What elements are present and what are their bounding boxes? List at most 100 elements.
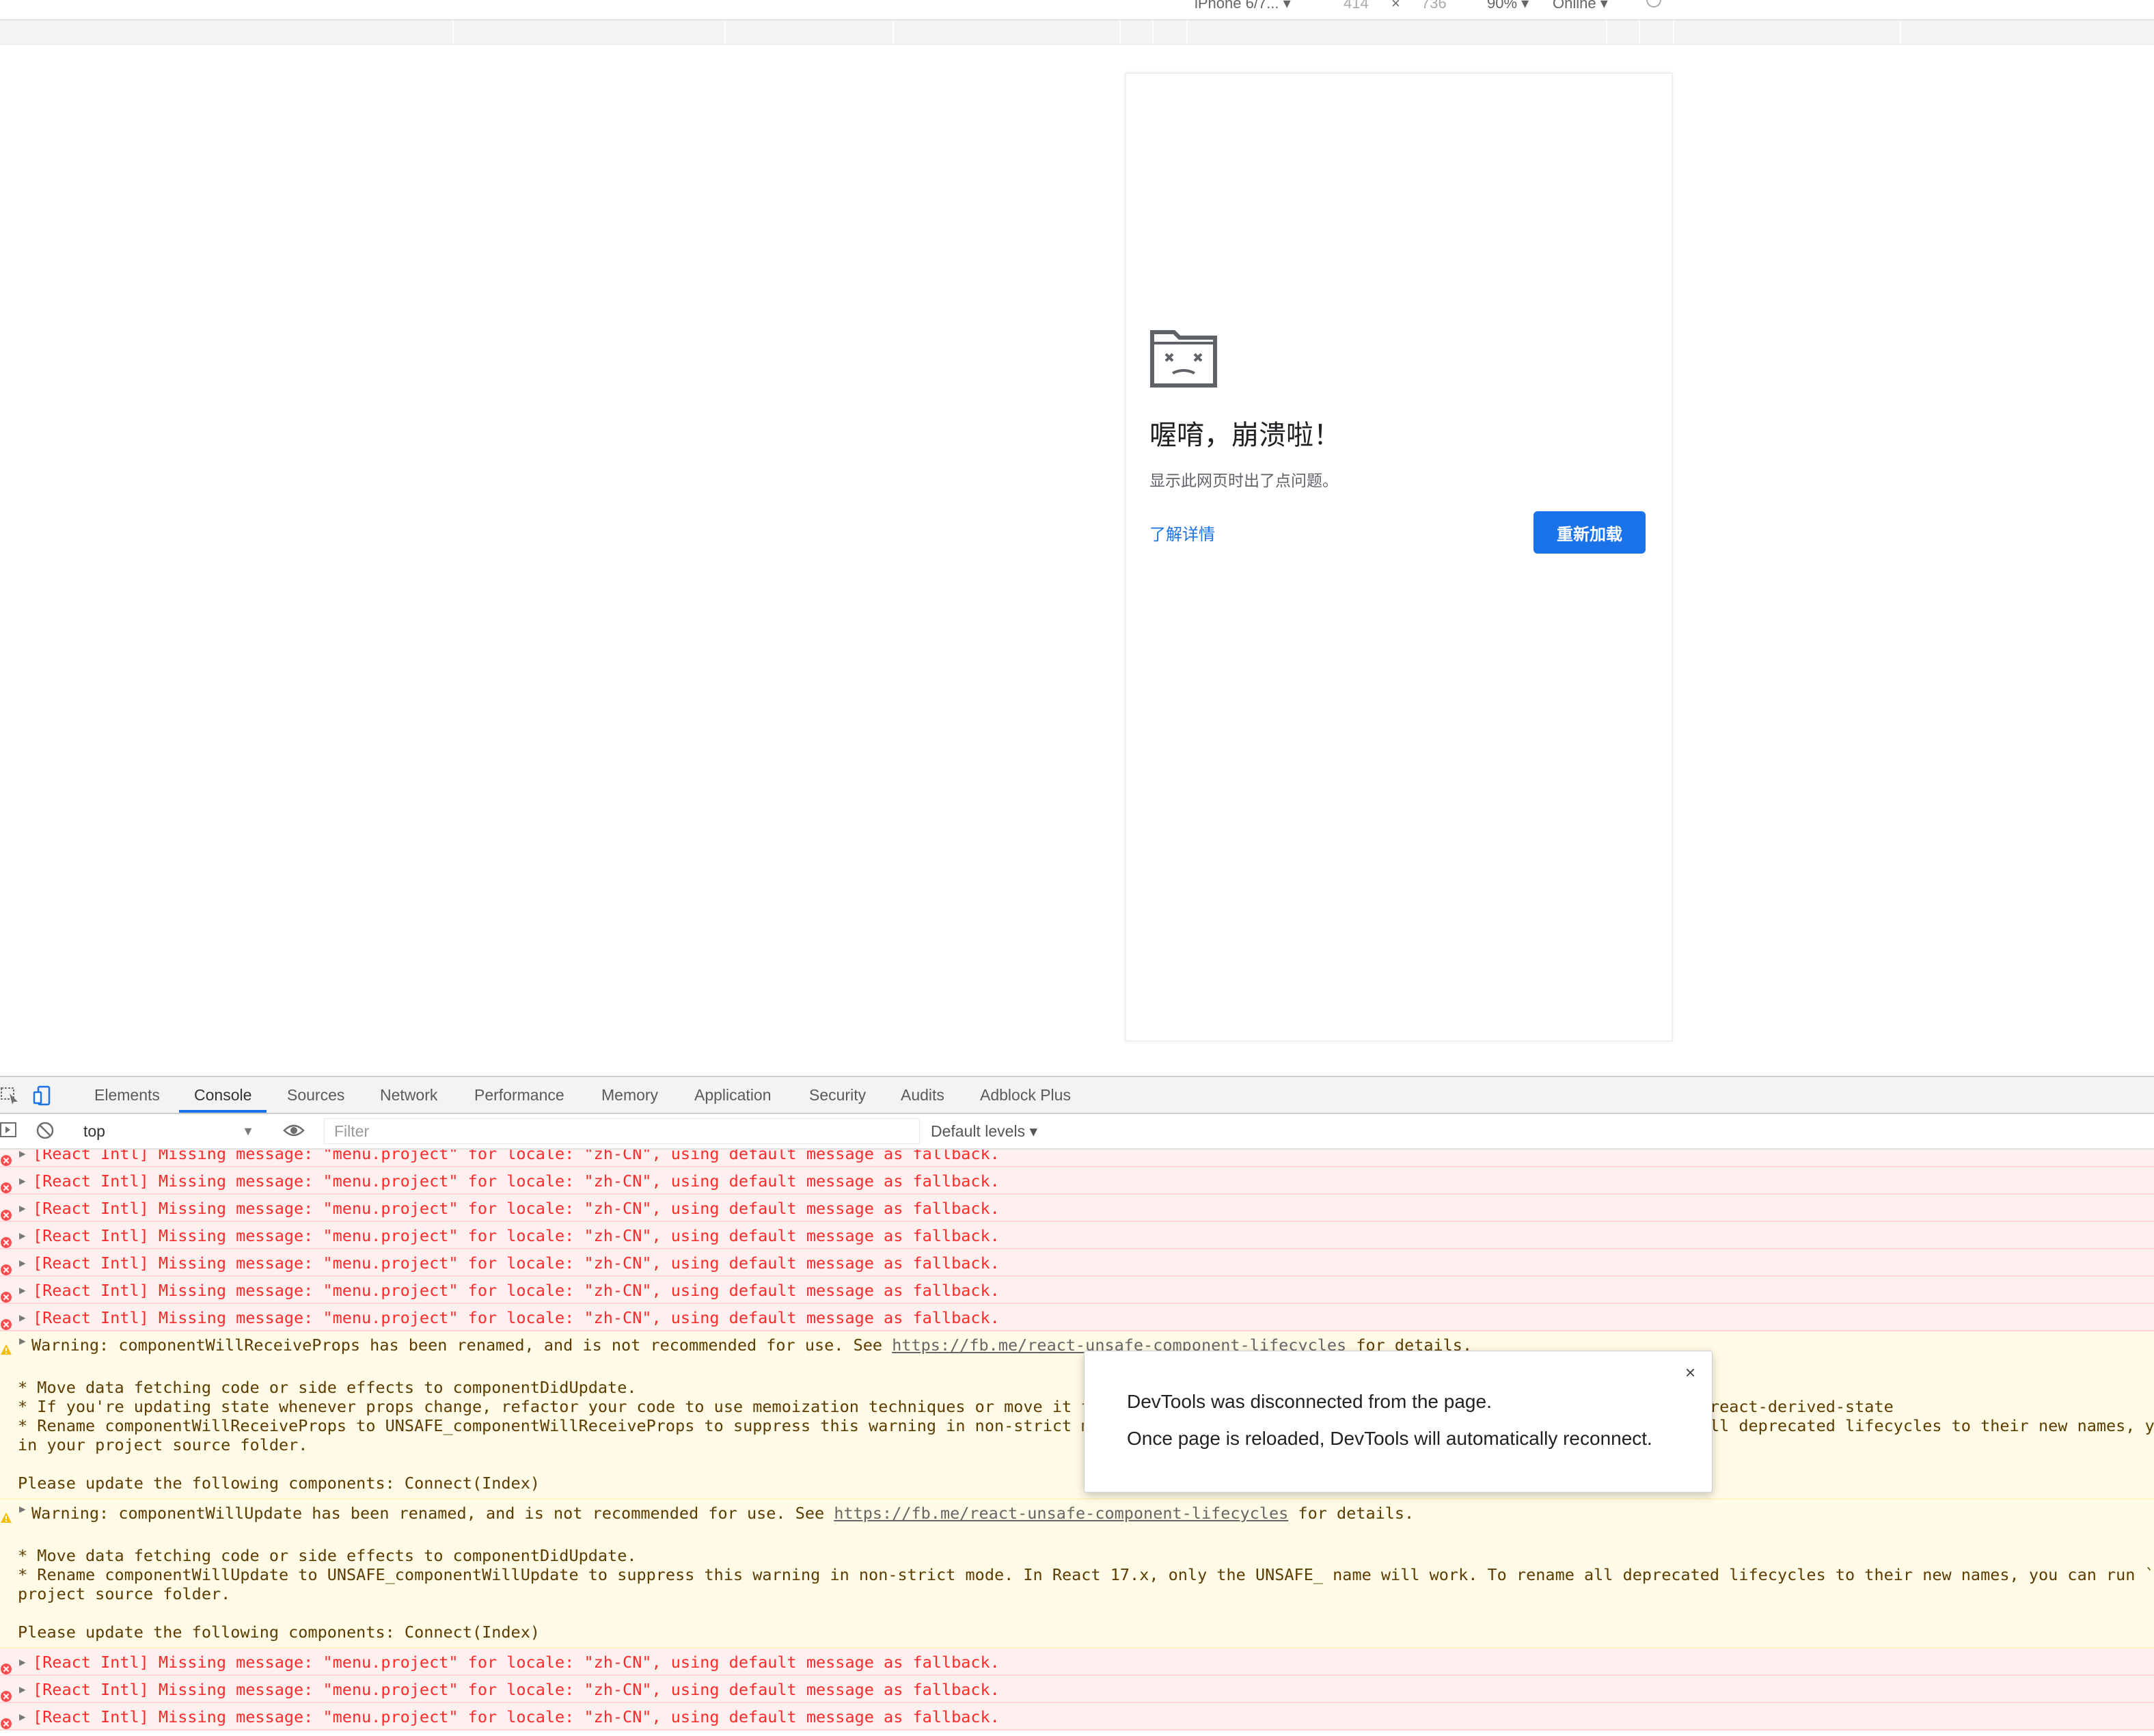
expand-arrow-icon[interactable]: ▶ bbox=[19, 1703, 26, 1731]
error-icon bbox=[0, 1683, 12, 1702]
console-warning-row: ▶ Warning: componentWillUpdate has been r… bbox=[0, 1500, 2154, 1649]
ruler-tick bbox=[1119, 21, 1121, 44]
crash-subtitle: 显示此网页时出了点问题。 bbox=[1149, 472, 1338, 490]
console-error-row: ▶ [React Intl] Missing message: "menu.pro… bbox=[0, 1195, 2154, 1222]
clear-console-icon[interactable] bbox=[36, 1121, 56, 1141]
console-sidebar-icon[interactable] bbox=[0, 1121, 21, 1141]
warning-detail-line: project source folder. bbox=[18, 1584, 231, 1603]
ruler-tick bbox=[1606, 21, 1607, 44]
dialog-message: DevTools was disconnected from the page. bbox=[1127, 1391, 1492, 1412]
device-select[interactable]: iPhone 6/7... ▾ bbox=[1195, 0, 1291, 12]
devtools-disconnected-dialog: × DevTools was disconnected from the pag… bbox=[1084, 1351, 1713, 1493]
execution-context-select[interactable]: top ▼ bbox=[75, 1118, 260, 1144]
tab-application[interactable]: Application bbox=[694, 1077, 772, 1113]
warning-headline: Warning: componentWillUpdate has been re… bbox=[18, 1500, 2154, 1527]
log-levels-select[interactable]: Default levels ▾ bbox=[931, 1118, 1037, 1144]
expand-arrow-icon[interactable]: ▶ bbox=[19, 1195, 26, 1222]
error-icon bbox=[0, 1711, 12, 1729]
rotate-icon[interactable] bbox=[1644, 0, 1663, 14]
console-error-row: ▶ [React Intl] Missing message: "menu.pro… bbox=[0, 1676, 2154, 1703]
expand-arrow-icon[interactable]: ▶ bbox=[19, 1304, 26, 1331]
console-error-row: ▶ [React Intl] Missing message: "menu.pro… bbox=[0, 1649, 2154, 1676]
error-message: [React Intl] Missing message: "menu.proj… bbox=[33, 1281, 1000, 1300]
ruler-tick bbox=[1900, 21, 1901, 44]
expand-arrow-icon[interactable]: ▶ bbox=[19, 1649, 26, 1676]
device-height[interactable]: 736 bbox=[1421, 0, 1447, 12]
learn-more-link[interactable]: 了解详情 bbox=[1149, 521, 1215, 545]
ruler-tick bbox=[724, 21, 726, 44]
console-warning-row: ▶ Warning: componentWillReceiveProps has … bbox=[0, 1331, 2154, 1500]
console-error-row: ▶ [React Intl] Missing message: "menu.pro… bbox=[0, 1249, 2154, 1277]
tab-elements[interactable]: Elements bbox=[94, 1077, 160, 1113]
console-messages: ▶ [React Intl] Missing message: "menu.pro… bbox=[0, 1150, 2154, 1736]
error-icon bbox=[0, 1312, 12, 1330]
ruler-tick bbox=[1673, 21, 1674, 44]
expand-arrow-icon[interactable]: ▶ bbox=[19, 1222, 26, 1249]
tab-performance[interactable]: Performance bbox=[474, 1077, 564, 1113]
dialog-message: Once page is reloaded, DevTools will aut… bbox=[1127, 1428, 1652, 1449]
error-message: [React Intl] Missing message: "menu.proj… bbox=[33, 1680, 1000, 1699]
network-throttle-select[interactable]: Online ▾ bbox=[1553, 0, 1608, 12]
devtools-panel: Elements Console Sources Network Perform… bbox=[0, 1076, 2154, 1736]
console-toolbar: top ▼ Default levels ▾ bbox=[0, 1114, 2154, 1150]
console-error-row: ▶ [React Intl] Missing message: "menu.pro… bbox=[0, 1277, 2154, 1304]
warning-footer: Please update the following components: … bbox=[18, 1623, 541, 1642]
chevron-down-icon: ▾ bbox=[1029, 1122, 1038, 1140]
tab-network[interactable]: Network bbox=[380, 1077, 437, 1113]
tab-memory[interactable]: Memory bbox=[601, 1077, 658, 1113]
expand-arrow-icon[interactable]: ▶ bbox=[19, 1334, 26, 1347]
error-message: [React Intl] Missing message: "menu.proj… bbox=[33, 1226, 1000, 1245]
device-toolbar: iPhone 6/7... ▾ 414 × 736 90% ▾ Online ▾ bbox=[0, 0, 2154, 21]
console-error-row: ▶ [React Intl] Missing message: "menu.pro… bbox=[0, 1304, 2154, 1331]
network-value: Online bbox=[1553, 0, 1596, 12]
zoom-select[interactable]: 90% ▾ bbox=[1487, 0, 1529, 12]
dimension-separator: × bbox=[1391, 0, 1400, 12]
console-filter-input[interactable] bbox=[324, 1118, 920, 1144]
error-icon bbox=[0, 1257, 12, 1275]
media-query-ruler bbox=[0, 21, 2154, 45]
inspect-element-icon[interactable] bbox=[0, 1085, 21, 1106]
error-message: [React Intl] Missing message: "menu.proj… bbox=[33, 1150, 1000, 1163]
expand-arrow-icon[interactable]: ▶ bbox=[19, 1676, 26, 1703]
levels-value: Default levels bbox=[931, 1122, 1026, 1140]
expand-arrow-icon[interactable]: ▶ bbox=[19, 1150, 26, 1167]
expand-arrow-icon[interactable]: ▶ bbox=[19, 1502, 26, 1515]
tab-adblock-plus[interactable]: Adblock Plus bbox=[980, 1077, 1071, 1113]
error-message: [React Intl] Missing message: "menu.proj… bbox=[33, 1308, 1000, 1327]
error-message: [React Intl] Missing message: "menu.proj… bbox=[33, 1171, 1000, 1191]
console-error-row: ▶ [React Intl] Missing message: "menu.pro… bbox=[0, 1703, 2154, 1731]
console-error-row: ▶ [React Intl] Missing message: "menu.pro… bbox=[0, 1167, 2154, 1195]
expand-arrow-icon[interactable]: ▶ bbox=[19, 1249, 26, 1277]
ruler-tick bbox=[1152, 21, 1154, 44]
crash-title: 喔唷，崩溃啦！ bbox=[1149, 420, 1341, 451]
docs-link[interactable]: https://fb.me/react-unsafe-component-lif… bbox=[834, 1504, 1288, 1523]
tab-security[interactable]: Security bbox=[809, 1077, 866, 1113]
expand-arrow-icon[interactable]: ▶ bbox=[19, 1277, 26, 1304]
device-toolbar-toggle-icon[interactable] bbox=[33, 1085, 53, 1106]
error-icon bbox=[0, 1284, 12, 1303]
devtools-tabbar: Elements Console Sources Network Perform… bbox=[0, 1077, 2154, 1114]
live-expression-eye-icon[interactable] bbox=[283, 1121, 305, 1141]
tab-audits[interactable]: Audits bbox=[901, 1077, 944, 1113]
sad-folder-icon bbox=[1149, 328, 1218, 390]
ruler-tick bbox=[1639, 21, 1640, 44]
warning-text: Warning: componentWillUpdate has been re… bbox=[31, 1504, 834, 1523]
error-message: [React Intl] Missing message: "menu.proj… bbox=[33, 1653, 1000, 1672]
chevron-down-icon: ▼ bbox=[242, 1124, 254, 1138]
error-message: [React Intl] Missing message: "menu.proj… bbox=[33, 1707, 1000, 1726]
error-message: [React Intl] Missing message: "menu.proj… bbox=[33, 1253, 1000, 1273]
tab-sources[interactable]: Sources bbox=[287, 1077, 344, 1113]
reload-button[interactable]: 重新加载 bbox=[1533, 511, 1646, 554]
close-icon[interactable]: × bbox=[1685, 1362, 1695, 1383]
error-icon bbox=[0, 1202, 12, 1221]
warning-detail-line: * Move data fetching code or side effect… bbox=[18, 1546, 637, 1565]
zoom-value: 90% bbox=[1487, 0, 1518, 12]
warning-icon bbox=[0, 1341, 12, 1355]
error-icon bbox=[0, 1656, 12, 1674]
device-width[interactable]: 414 bbox=[1344, 0, 1369, 12]
warning-text: Warning: componentWillReceiveProps has b… bbox=[31, 1335, 892, 1355]
tab-console[interactable]: Console bbox=[179, 1077, 267, 1113]
expand-arrow-icon[interactable]: ▶ bbox=[19, 1167, 26, 1195]
